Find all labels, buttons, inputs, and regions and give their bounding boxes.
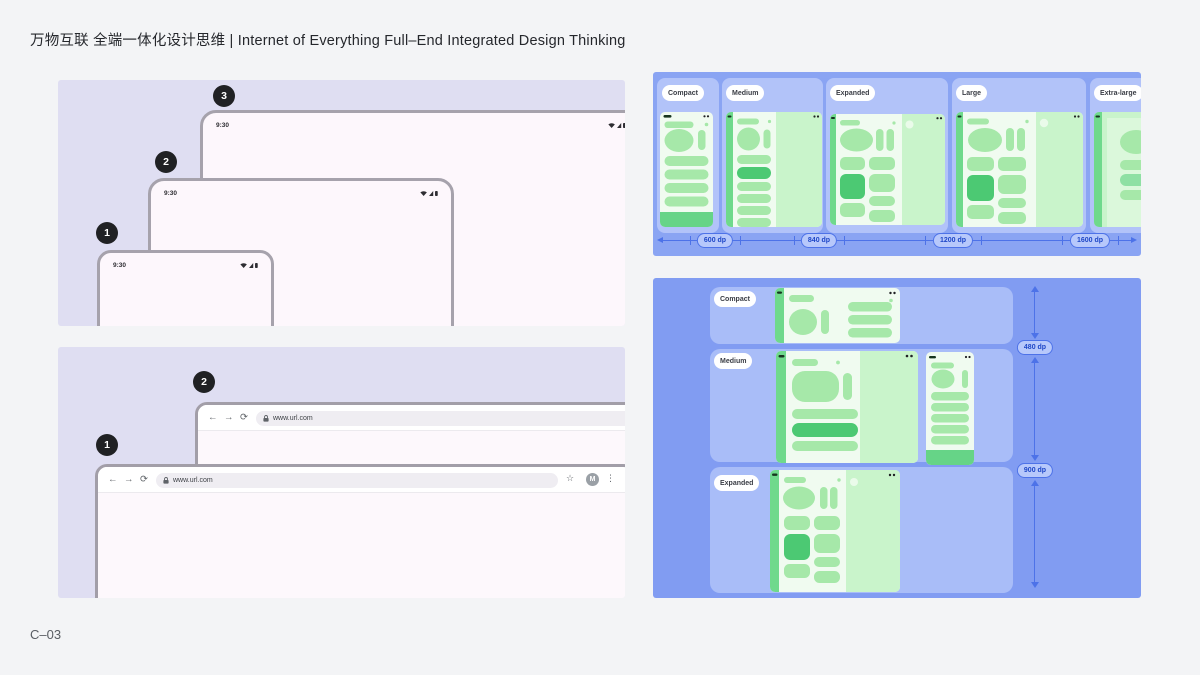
status-clock: 9:30 bbox=[113, 262, 127, 269]
step-badge-2: 2 bbox=[155, 151, 177, 173]
arrow-down-icon bbox=[1030, 333, 1039, 339]
tick bbox=[844, 236, 846, 245]
tick bbox=[1062, 236, 1064, 245]
tick bbox=[1118, 236, 1120, 245]
back-icon: ← bbox=[208, 412, 218, 423]
url-text: www.url.com bbox=[173, 476, 213, 484]
label-extra-large: Extra-large bbox=[1094, 85, 1141, 101]
label-large: Large bbox=[956, 85, 988, 101]
breakpoint-840dp: 840 dp bbox=[800, 233, 838, 248]
breakpoint-1200dp: 1200 dp bbox=[932, 233, 974, 248]
height-dimension-segment bbox=[1034, 485, 1036, 584]
tick bbox=[740, 236, 742, 245]
forward-icon: → bbox=[124, 474, 134, 485]
lock-icon bbox=[263, 414, 269, 422]
status-clock: 9:30 bbox=[164, 190, 178, 197]
mockup-medium-tablet bbox=[776, 351, 918, 463]
address-bar: www.url.com bbox=[256, 410, 625, 426]
browser-toolbar: ← → ⟳ www.url.com ☆ M ⋮ bbox=[98, 467, 625, 493]
reload-icon: ⟳ bbox=[240, 412, 248, 423]
height-classes-panel: Compact Medium Expanded 480 dp 900 dp bbox=[653, 278, 1141, 598]
mockup-compact-landscape bbox=[775, 288, 900, 343]
step-badge-2: 2 bbox=[193, 371, 215, 393]
reload-icon: ⟳ bbox=[140, 474, 148, 485]
back-icon: ← bbox=[108, 474, 118, 485]
url-text: www.url.com bbox=[273, 414, 313, 422]
browser-toolbar: ← → ⟳ www.url.com bbox=[198, 405, 625, 431]
forward-icon: → bbox=[224, 412, 234, 423]
mockup-large bbox=[956, 112, 1083, 227]
arrow-down-icon bbox=[1030, 455, 1039, 461]
label-medium: Medium bbox=[714, 353, 753, 369]
breakpoint-480dp: 480 dp bbox=[1016, 339, 1054, 355]
label-expanded: Expanded bbox=[830, 85, 876, 101]
arrow-down-icon bbox=[1030, 582, 1039, 588]
status-icons bbox=[240, 263, 258, 268]
step-badge-1: 1 bbox=[96, 222, 118, 244]
label-compact: Compact bbox=[662, 85, 704, 101]
label-expanded: Expanded bbox=[714, 475, 760, 491]
lock-icon bbox=[163, 476, 169, 484]
slide-code: C–03 bbox=[30, 627, 62, 642]
address-bar: www.url.com bbox=[156, 472, 558, 488]
width-classes-panel: Compact Medium Expanded Large Extra-larg… bbox=[653, 72, 1141, 256]
status-clock: 9:30 bbox=[216, 122, 230, 129]
tick bbox=[690, 236, 692, 245]
step-badge-1: 1 bbox=[96, 434, 118, 456]
menu-dots-icon: ⋮ bbox=[606, 473, 615, 483]
breakpoint-1600dp: 1600 dp bbox=[1069, 233, 1111, 248]
mockup-compact-phone bbox=[660, 112, 713, 227]
mockup-expanded-tablet bbox=[770, 470, 900, 592]
status-icons bbox=[420, 191, 438, 196]
breakpoint-600dp: 600 dp bbox=[696, 233, 734, 248]
label-medium: Medium bbox=[726, 85, 765, 101]
device-sizes-panel: 9:30 9:30 9:30 3 2 1 bbox=[58, 80, 625, 326]
tick bbox=[981, 236, 983, 245]
step-badge-3: 3 bbox=[213, 85, 235, 107]
tick bbox=[794, 236, 796, 245]
mockup-medium bbox=[726, 112, 822, 227]
browser-window-1: ← → ⟳ www.url.com ☆ M ⋮ bbox=[95, 464, 625, 598]
height-dimension-segment bbox=[1034, 291, 1036, 335]
profile-avatar: M bbox=[586, 473, 599, 486]
mockup-expanded bbox=[830, 114, 945, 225]
tick bbox=[925, 236, 927, 245]
arrow-right-icon bbox=[1131, 237, 1137, 244]
page-title: 万物互联 全端一体化设计思维 | Internet of Everything … bbox=[30, 33, 626, 49]
device-frame-1: 9:30 bbox=[97, 250, 274, 326]
label-compact: Compact bbox=[714, 291, 756, 307]
status-icons bbox=[608, 123, 625, 128]
bookmark-star-icon: ☆ bbox=[566, 473, 575, 483]
mockup-medium-phone bbox=[926, 352, 974, 465]
mockup-extra-large bbox=[1094, 112, 1141, 227]
breakpoint-900dp: 900 dp bbox=[1016, 462, 1054, 478]
height-dimension-segment bbox=[1034, 362, 1036, 457]
arrow-left-icon bbox=[657, 237, 663, 244]
browser-sizes-panel: ← → ⟳ www.url.com ← → ⟳ www.url.com ☆ M … bbox=[58, 347, 625, 598]
